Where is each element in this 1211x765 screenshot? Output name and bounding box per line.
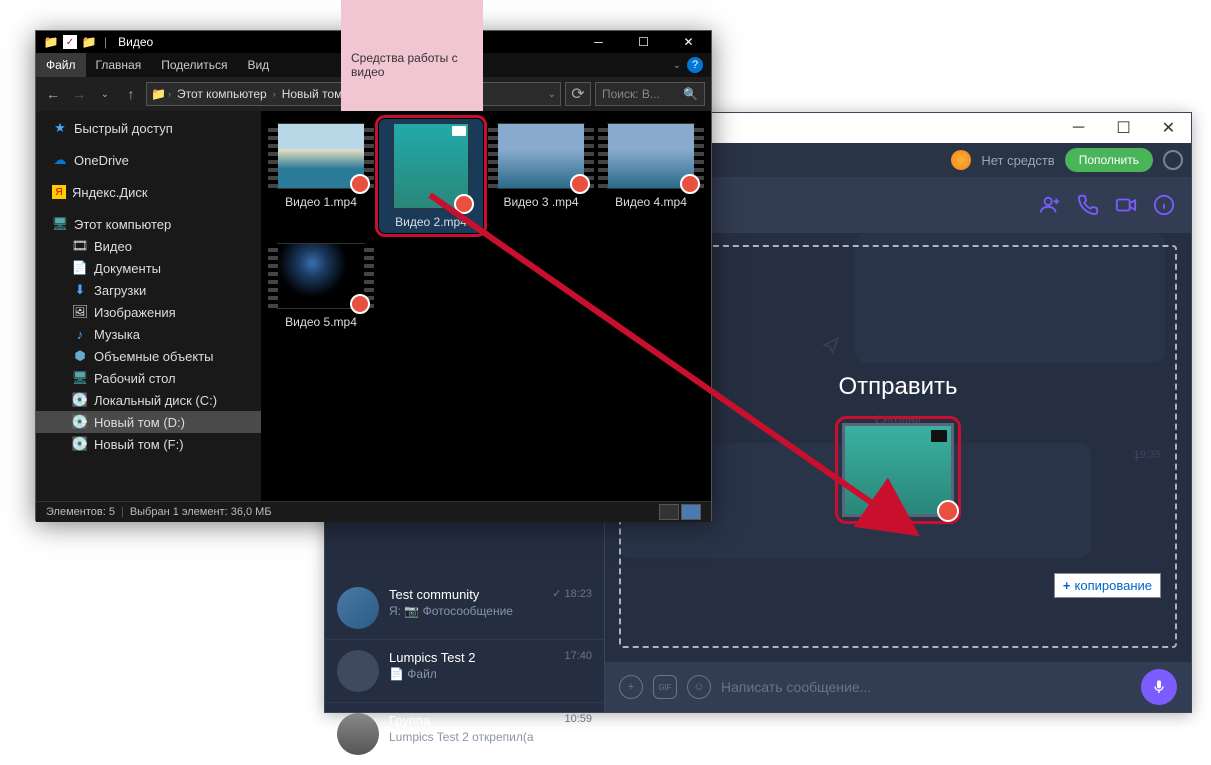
tree-videos[interactable]: 🎞Видео bbox=[36, 235, 261, 257]
chat-time: 10:59 bbox=[564, 713, 592, 728]
viber-minimize-button[interactable]: ─ bbox=[1056, 113, 1101, 143]
view-icons-button[interactable] bbox=[681, 504, 701, 520]
tree-disk-d[interactable]: 💽Новый том (D:) bbox=[36, 411, 261, 433]
file-item-selected[interactable]: Видео 2.mp4 bbox=[379, 119, 483, 233]
chat-list-item[interactable]: Test community ✓ 18:23 Я: 📷 Фотосообщение bbox=[325, 577, 604, 640]
video-badge-icon bbox=[452, 126, 466, 136]
status-count: Элементов: 5 bbox=[46, 506, 115, 518]
file-name: Видео 1.mp4 bbox=[285, 195, 357, 209]
folder-icon: 📁 bbox=[151, 87, 166, 101]
coin-icon bbox=[951, 150, 971, 170]
message-input-bar: + GIF ☺ Написать сообщение... bbox=[605, 662, 1191, 712]
chat-list-item[interactable]: Группа 10:59 Lumpics Test 2 открепил(а bbox=[325, 703, 604, 765]
nav-up-button[interactable]: ↑ bbox=[120, 83, 142, 105]
video-call-icon[interactable] bbox=[1115, 194, 1137, 216]
avatar bbox=[337, 587, 379, 629]
folder-icon: 📁 bbox=[42, 33, 60, 51]
tree-quickaccess[interactable]: ★Быстрый доступ bbox=[36, 117, 261, 139]
help-icon[interactable]: ? bbox=[687, 57, 703, 73]
player-badge-icon bbox=[937, 500, 959, 522]
tree-downloads[interactable]: ⬇Загрузки bbox=[36, 279, 261, 301]
chat-name: Группа bbox=[389, 713, 430, 728]
file-name: Видео 3 .mp4 bbox=[503, 195, 578, 209]
tree-3dobjects[interactable]: ⬢Объемные объекты bbox=[36, 345, 261, 367]
close-button[interactable]: ✕ bbox=[666, 31, 711, 53]
breadcrumb-segment[interactable]: Этот компьютер bbox=[173, 87, 271, 101]
file-item[interactable]: Видео 3 .mp4 bbox=[489, 119, 593, 233]
tree-pictures[interactable]: 🖼Изображения bbox=[36, 301, 261, 323]
chat-name: Test community bbox=[389, 587, 479, 602]
ribbon-tab-home[interactable]: Главная bbox=[86, 53, 152, 77]
message-input[interactable]: Написать сообщение... bbox=[721, 679, 1131, 695]
drop-thumbnail bbox=[842, 423, 954, 517]
tree-documents[interactable]: 📄Документы bbox=[36, 257, 261, 279]
chat-time: 17:40 bbox=[564, 650, 592, 665]
tree-thispc[interactable]: 🖥Этот компьютер bbox=[36, 213, 261, 235]
drop-highlight bbox=[838, 419, 958, 521]
player-badge-icon bbox=[350, 294, 370, 314]
tree-yandex[interactable]: ЯЯндекс.Диск bbox=[36, 181, 261, 203]
ribbon-tab-share[interactable]: Поделиться bbox=[151, 53, 237, 77]
tree-disk-c[interactable]: 💽Локальный диск (C:) bbox=[36, 389, 261, 411]
viber-close-button[interactable]: ✕ bbox=[1146, 113, 1191, 143]
viber-maximize-button[interactable]: ☐ bbox=[1101, 113, 1146, 143]
tree-onedrive[interactable]: ☁OneDrive bbox=[36, 149, 261, 171]
ribbon-tab-file[interactable]: Файл bbox=[36, 53, 86, 77]
emoji-icon[interactable]: ☺ bbox=[687, 675, 711, 699]
ribbon: Файл Главная Поделиться Вид Средства раб… bbox=[36, 53, 711, 77]
avatar bbox=[337, 713, 379, 755]
chat-list-item[interactable]: Lumpics Test 2 17:40 📄 Файл bbox=[325, 640, 604, 703]
nav-history-button[interactable]: ⌄ bbox=[94, 83, 116, 105]
refresh-button[interactable]: ⟳ bbox=[565, 82, 591, 106]
maximize-button[interactable]: ☐ bbox=[621, 31, 666, 53]
player-badge-icon bbox=[350, 174, 370, 194]
view-details-button[interactable] bbox=[659, 504, 679, 520]
chat-time: ✓ 18:23 bbox=[552, 587, 592, 602]
player-badge-icon bbox=[454, 194, 474, 214]
checkbox-icon: ✓ bbox=[63, 35, 77, 49]
status-selected: Выбран 1 элемент: 36,0 МБ bbox=[130, 506, 272, 518]
minimize-button[interactable]: ─ bbox=[576, 31, 621, 53]
file-item[interactable]: Видео 5.mp4 bbox=[269, 239, 373, 333]
explorer-window: 📁 ✓ 📁 | Видео Воспроизведение ─ ☐ ✕ Файл… bbox=[35, 30, 712, 521]
refill-button[interactable]: Пополнить bbox=[1065, 148, 1153, 172]
search-input[interactable]: Поиск: В...🔍 bbox=[595, 82, 705, 106]
tree-music[interactable]: ♪Музыка bbox=[36, 323, 261, 345]
drop-title: Отправить bbox=[838, 373, 957, 401]
player-badge-icon bbox=[680, 174, 700, 194]
balance-text: Нет средств bbox=[981, 153, 1054, 168]
file-name: Видео 2.mp4 bbox=[395, 215, 467, 229]
file-item[interactable]: Видео 4.mp4 bbox=[599, 119, 703, 233]
settings-icon[interactable] bbox=[1163, 150, 1183, 170]
chat-preview: Я: 📷 Фотосообщение bbox=[389, 604, 592, 618]
call-icon[interactable] bbox=[1077, 194, 1099, 216]
status-bar: Элементов: 5 | Выбран 1 элемент: 36,0 МБ bbox=[36, 501, 711, 522]
add-user-icon[interactable] bbox=[1039, 194, 1061, 216]
folder-icon: 📁 bbox=[80, 33, 98, 51]
chat-name: Lumpics Test 2 bbox=[389, 650, 475, 665]
attach-icon[interactable]: + bbox=[619, 675, 643, 699]
mic-button[interactable] bbox=[1141, 669, 1177, 705]
info-icon[interactable] bbox=[1153, 194, 1175, 216]
chat-preview: 📄 Файл bbox=[389, 667, 592, 681]
file-area[interactable]: Видео 1.mp4 Видео 2.mp4 Видео 3 .mp4 Вид… bbox=[261, 111, 711, 501]
tree-desktop[interactable]: 🖥Рабочий стол bbox=[36, 367, 261, 389]
file-name: Видео 4.mp4 bbox=[615, 195, 687, 209]
player-badge-icon bbox=[570, 174, 590, 194]
chat-preview: Lumpics Test 2 открепил(а bbox=[389, 730, 592, 744]
gif-icon[interactable]: GIF bbox=[653, 675, 677, 699]
copy-tooltip: +копирование bbox=[1054, 573, 1161, 598]
ribbon-expand-icon[interactable]: ⌄ bbox=[673, 60, 681, 71]
file-item[interactable]: Видео 1.mp4 bbox=[269, 119, 373, 233]
nav-forward-button[interactable]: → bbox=[68, 83, 90, 105]
nav-tree: ★Быстрый доступ ☁OneDrive ЯЯндекс.Диск 🖥… bbox=[36, 111, 261, 501]
tree-disk-f[interactable]: 💽Новый том (F:) bbox=[36, 433, 261, 455]
ribbon-tab-view[interactable]: Вид bbox=[237, 53, 279, 77]
avatar bbox=[337, 650, 379, 692]
video-badge-icon bbox=[931, 430, 947, 442]
nav-back-button[interactable]: ← bbox=[42, 83, 64, 105]
file-name: Видео 5.mp4 bbox=[285, 315, 357, 329]
